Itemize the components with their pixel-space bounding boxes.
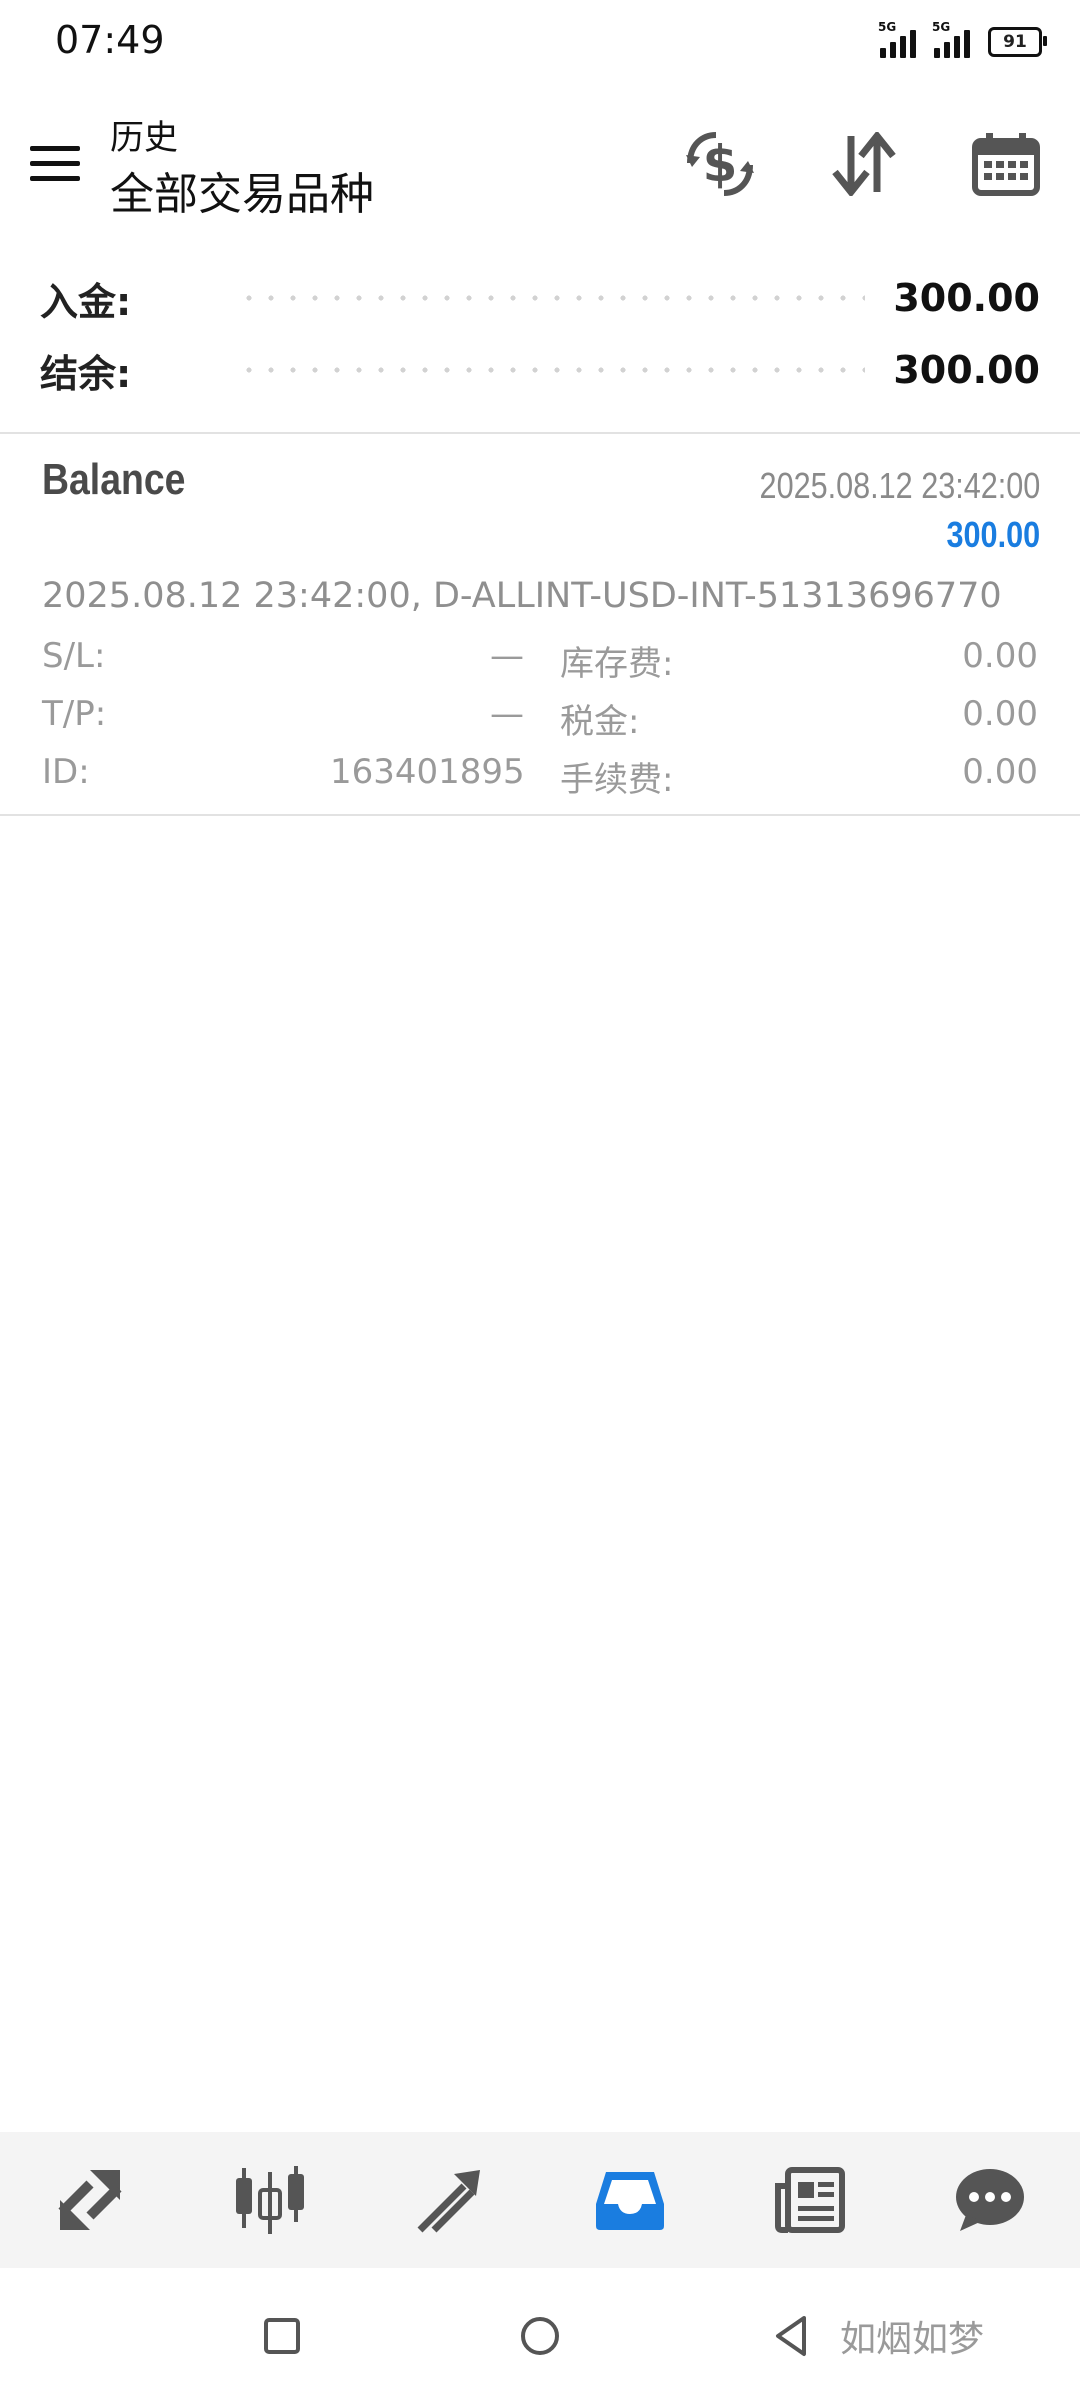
commission-value: 0.00: [962, 752, 1038, 792]
sl-label: S/L:: [42, 636, 106, 676]
balance-row: 结余: 300.00: [40, 340, 1040, 400]
deposit-label: 入金:: [40, 279, 132, 324]
status-icons: 5G 5G 91: [878, 20, 1047, 58]
back-button[interactable]: [770, 2314, 814, 2358]
battery-icon: 91: [988, 27, 1047, 57]
dotted-leader: [238, 367, 866, 373]
watermark-text: 如烟如梦: [840, 2319, 985, 2360]
deposit-row: 入金: 300.00: [40, 268, 1040, 328]
id-value: 163401895: [330, 752, 525, 792]
page-subtitle: 历史: [110, 118, 178, 158]
network-type-label: 5G: [932, 20, 951, 34]
menu-icon[interactable]: [30, 146, 80, 181]
recents-button[interactable]: [262, 2316, 302, 2356]
sort-icon[interactable]: [824, 124, 904, 204]
quotes-icon[interactable]: [42, 2152, 138, 2248]
history-icon[interactable]: [582, 2152, 678, 2248]
trade-icon[interactable]: [402, 2152, 498, 2248]
dotted-leader: [238, 295, 866, 301]
currency-exchange-icon[interactable]: $: [680, 124, 760, 204]
battery-level: 91: [1003, 32, 1027, 52]
tax-value: 0.00: [962, 694, 1038, 734]
deal-time: 2025.08.12 23:42:00: [759, 465, 1040, 506]
divider: [0, 814, 1080, 816]
news-icon[interactable]: [762, 2152, 858, 2248]
commission-label: 手续费:: [560, 760, 674, 800]
chart-icon[interactable]: [222, 2152, 318, 2248]
swap-value: 0.00: [962, 636, 1038, 676]
tp-label: T/P:: [42, 694, 107, 734]
signal-icon: 5G: [878, 20, 916, 58]
calendar-icon[interactable]: [966, 124, 1046, 204]
sl-value: —: [490, 636, 524, 676]
tp-value: —: [490, 694, 524, 734]
home-button[interactable]: [518, 2314, 562, 2358]
signal-icon: 5G: [932, 20, 970, 58]
deal-type: Balance: [42, 455, 186, 504]
bottom-nav: [0, 2132, 1080, 2268]
svg-text:$: $: [703, 135, 738, 193]
balance-value: 300.00: [893, 348, 1040, 392]
id-label: ID:: [42, 752, 90, 792]
tax-label: 税金:: [560, 702, 640, 742]
status-time: 07:49: [55, 18, 165, 62]
deposit-value: 300.00: [893, 276, 1040, 320]
balance-label: 结余:: [40, 351, 132, 396]
deal-comment: 2025.08.12 23:42:00, D-ALLINT-USD-INT-51…: [42, 576, 1002, 616]
page-title[interactable]: 全部交易品种: [110, 158, 374, 222]
deal-amount: 300.00: [946, 514, 1040, 555]
swap-label: 库存费:: [560, 644, 674, 684]
chat-icon[interactable]: [942, 2152, 1038, 2248]
network-type-label: 5G: [878, 20, 897, 34]
